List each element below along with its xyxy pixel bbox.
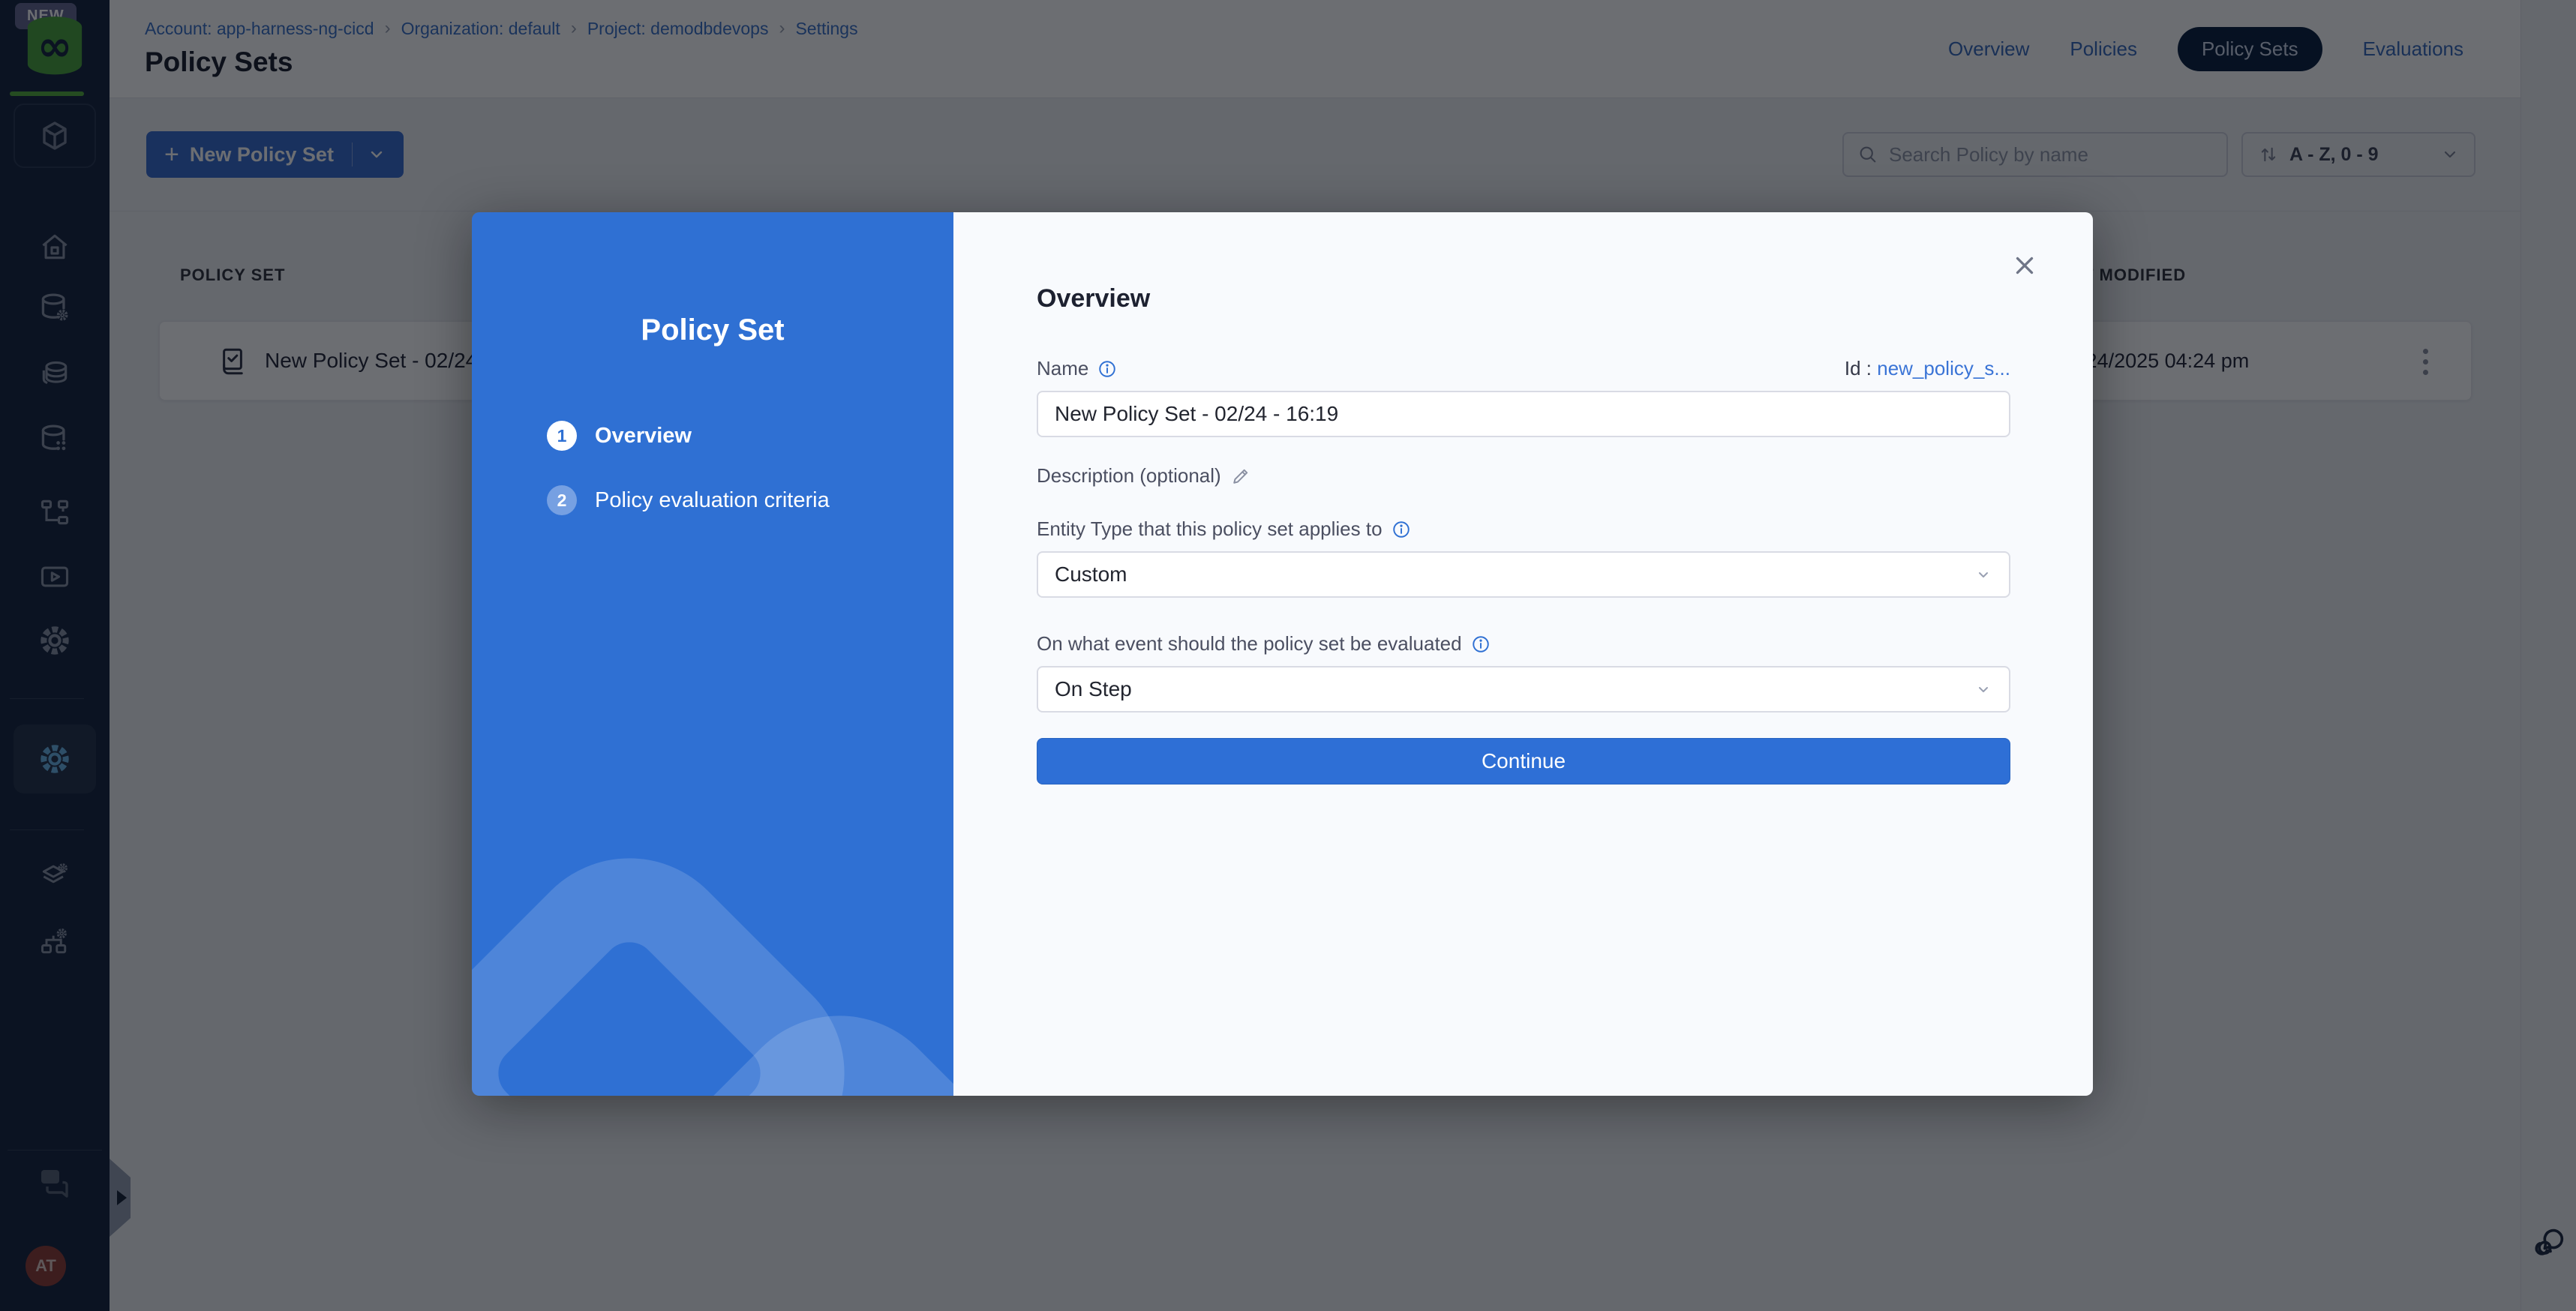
name-label: Name (1037, 357, 1088, 380)
step-1-label: Overview (595, 424, 692, 448)
id-link[interactable]: new_policy_s... (1877, 357, 2010, 380)
id-row: Id : new_policy_s... (1845, 357, 2010, 380)
entity-type-select[interactable]: Custom (1037, 551, 2010, 598)
close-icon (2010, 251, 2039, 280)
policy-set-wizard-modal: Policy Set 1 Overview 2 Policy evaluatio… (472, 212, 2093, 1096)
info-icon[interactable] (1392, 520, 1411, 539)
wizard-title: Policy Set (472, 314, 953, 347)
step-2-circle: 2 (547, 485, 577, 515)
event-label-row: On what event should the policy set be e… (1037, 632, 2010, 656)
info-icon[interactable] (1097, 359, 1117, 379)
step-1-circle: 1 (547, 421, 577, 451)
wizard-left-panel: Policy Set 1 Overview 2 Policy evaluatio… (472, 212, 953, 1096)
name-input[interactable] (1037, 391, 2010, 437)
event-value: On Step (1055, 677, 1132, 701)
info-icon[interactable] (1471, 634, 1491, 654)
event-label: On what event should the policy set be e… (1037, 632, 1462, 656)
close-button[interactable] (2010, 251, 2039, 280)
edit-pencil-icon[interactable] (1230, 466, 1251, 487)
entity-type-value: Custom (1055, 562, 1127, 586)
overview-heading: Overview (1037, 212, 2010, 314)
step-policy-evaluation-criteria[interactable]: 2 Policy evaluation criteria (547, 485, 830, 515)
id-prefix: Id : (1845, 357, 1872, 380)
event-select[interactable]: On Step (1037, 666, 2010, 712)
chevron-down-icon (1974, 680, 1992, 698)
harness-watermark (472, 811, 953, 1096)
entity-type-label: Entity Type that this policy set applies… (1037, 518, 1383, 541)
wizard-right-panel: Overview Name Id : new_policy_s... Descr… (953, 212, 2093, 1096)
description-label: Description (optional) (1037, 464, 1221, 488)
name-label-row: Name (1037, 357, 1117, 380)
step-2-label: Policy evaluation criteria (595, 488, 830, 513)
entity-type-label-row: Entity Type that this policy set applies… (1037, 518, 2010, 541)
chevron-down-icon (1974, 566, 1992, 584)
continue-button[interactable]: Continue (1037, 738, 2010, 784)
wizard-steps: 1 Overview 2 Policy evaluation criteria (547, 421, 830, 550)
description-row: Description (optional) (1037, 464, 2010, 488)
step-overview[interactable]: 1 Overview (547, 421, 830, 451)
